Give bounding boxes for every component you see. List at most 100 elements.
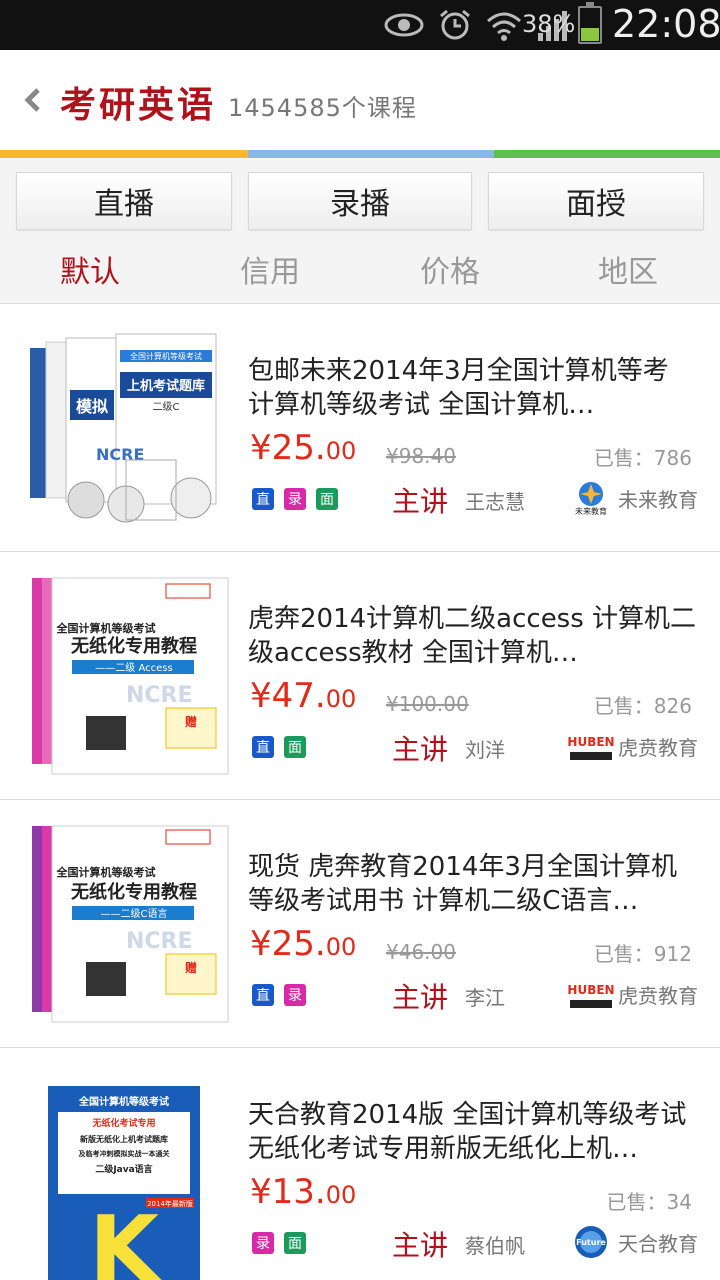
svg-text:——二级C语言: ——二级C语言 <box>101 907 168 920</box>
org-name: 未来教育 <box>618 487 698 512</box>
stripe-green <box>494 150 720 158</box>
svg-text:NCRE: NCRE <box>126 683 193 708</box>
item-price: ¥13.00 <box>250 1172 357 1212</box>
stripe-blue <box>248 150 494 158</box>
org[interactable]: 未来教育 未来教育 <box>568 480 698 516</box>
list-item[interactable]: 全国计算机等级考试 无纸化专用教程 ——二级 Access NCRE 赠 虎奔2… <box>0 552 720 800</box>
svg-text:NCRE: NCRE <box>126 929 193 954</box>
svg-text:赠: 赠 <box>185 714 197 729</box>
item-old-price: ¥46.00 <box>386 940 456 964</box>
item-price: ¥25.00 <box>250 924 357 964</box>
tag-live: 直 <box>252 736 274 758</box>
org[interactable]: HUBEN 虎贲教育 <box>568 728 698 764</box>
tab-in-person[interactable]: 面授 <box>488 172 704 230</box>
org-name: 天合教育 <box>618 1231 698 1256</box>
item-price: ¥25.00 <box>250 428 357 468</box>
tag-recorded: 录 <box>252 1232 274 1254</box>
item-old-price: ¥98.40 <box>386 444 456 468</box>
tab-recorded[interactable]: 录播 <box>248 172 472 230</box>
tab-live[interactable]: 直播 <box>16 172 232 230</box>
svg-text:NCRE: NCRE <box>96 445 144 464</box>
org[interactable]: HUBEN 虎贲教育 <box>568 976 698 1012</box>
sort-price[interactable]: 价格 <box>390 244 510 294</box>
item-title[interactable]: 虎奔2014计算机二级access 计算机二级access教材 全国计算机… <box>248 602 700 670</box>
tag-in-person: 面 <box>316 488 338 510</box>
lecturer-label: 主讲 <box>392 1229 449 1262</box>
svg-text:无纸化考试专用: 无纸化考试专用 <box>91 1117 155 1129</box>
item-price: ¥47.00 <box>250 676 357 716</box>
tag-live: 直 <box>252 984 274 1006</box>
page-title: 考研英语 <box>60 85 217 126</box>
lecturer-label: 主讲 <box>392 485 449 518</box>
list-item[interactable]: 全国计算机等级考试 上机考试题库 二级C 模拟 NCRE 包邮未来2014年3月… <box>0 304 720 552</box>
svg-text:全国计算机等级考试: 全国计算机等级考试 <box>56 621 156 635</box>
lecturer-label: 主讲 <box>392 733 449 766</box>
tag-in-person: 面 <box>284 1232 306 1254</box>
svg-text:全国计算机等级考试: 全国计算机等级考试 <box>56 865 156 879</box>
svg-text:K: K <box>89 1197 162 1280</box>
svg-text:及临考冲刺模拟实战一本通关: 及临考冲刺模拟实战一本通关 <box>79 1149 170 1158</box>
lecturer-label: 主讲 <box>392 981 449 1014</box>
svg-text:全国计算机等级考试: 全国计算机等级考试 <box>78 1095 169 1108</box>
item-tags: 直 面 <box>252 736 306 758</box>
book-cover: 全国计算机等级考试 上机考试题库 二级C 模拟 NCRE <box>16 320 232 536</box>
svg-text:二级Java语言: 二级Java语言 <box>95 1163 152 1175</box>
org-logo-icon: HUBEN <box>568 978 614 1008</box>
item-tags: 直 录 面 <box>252 488 338 510</box>
alarm-icon <box>440 9 470 40</box>
org-name: 虎贲教育 <box>618 983 698 1008</box>
svg-text:无纸化专用教程: 无纸化专用教程 <box>71 635 197 657</box>
svg-text:未来教育: 未来教育 <box>575 506 607 516</box>
tag-recorded: 录 <box>284 984 306 1006</box>
clock: 22:08 <box>612 2 720 46</box>
item-tags: 直 录 <box>252 984 306 1006</box>
lecturer-name: 王志慧 <box>465 490 525 514</box>
tag-recorded: 录 <box>284 488 306 510</box>
item-title[interactable]: 天合教育2014版 全国计算机等级考试 无纸化考试专用新版无纸化上机… <box>248 1098 700 1166</box>
svg-text:二级C: 二级C <box>153 401 180 413</box>
battery-percent: 38% <box>522 10 576 38</box>
svg-text:全国计算机等级考试: 全国计算机等级考试 <box>130 351 202 361</box>
svg-text:赠: 赠 <box>185 960 197 975</box>
item-title[interactable]: 现货 虎奔教育2014年3月全国计算机等级考试用书 计算机二级C语言… <box>248 850 700 918</box>
org-name: 虎贲教育 <box>618 735 698 760</box>
org-logo-icon: Future <box>575 1226 607 1258</box>
svg-text:无纸化专用教程: 无纸化专用教程 <box>71 881 197 903</box>
item-sold-count: 已售：786 <box>593 446 692 470</box>
lecturer-name: 刘洋 <box>465 738 505 762</box>
svg-text:上机考试题库: 上机考试题库 <box>127 378 205 394</box>
header: 考研英语 1454585个课程 <box>0 50 720 150</box>
lecturer-name: 蔡伯帆 <box>465 1234 525 1258</box>
item-tags: 录 面 <box>252 1232 306 1254</box>
battery-icon <box>578 2 602 44</box>
item-old-price: ¥100.00 <box>386 692 469 716</box>
filter-area: 直播 录播 面授 默认 信用 价格 地区 <box>0 158 720 304</box>
item-sold-count: 已售：34 <box>606 1190 692 1214</box>
svg-text:HUBEN: HUBEN <box>568 983 614 997</box>
back-arrow-icon[interactable] <box>18 80 48 120</box>
svg-text:Future: Future <box>576 1238 606 1247</box>
list-item[interactable]: 全国计算机等级考试 无纸化专用教程 ——二级C语言 NCRE 赠 现货 虎奔教育… <box>0 800 720 1048</box>
svg-text:——二级 Access: ——二级 Access <box>95 662 172 674</box>
sort-credit[interactable]: 信用 <box>210 244 330 294</box>
sort-region[interactable]: 地区 <box>568 244 688 294</box>
item-sold-count: 已售：826 <box>593 694 692 718</box>
item-title[interactable]: 包邮未来2014年3月全国计算机等考 计算机等级考试 全国计算机… <box>248 354 700 422</box>
book-cover: 全国计算机等级考试 无纸化专用教程 ——二级 Access NCRE 赠 <box>16 568 232 784</box>
org-logo-icon: HUBEN <box>568 730 614 760</box>
org-logo-icon: 未来教育 <box>575 482 607 516</box>
tag-live: 直 <box>252 488 274 510</box>
lecturer-name: 李江 <box>465 986 505 1010</box>
tag-in-person: 面 <box>284 736 306 758</box>
eye-icon <box>384 13 424 37</box>
svg-text:模拟: 模拟 <box>76 397 108 416</box>
sort-default[interactable]: 默认 <box>30 244 150 294</box>
item-sold-count: 已售：912 <box>593 942 692 966</box>
wifi-icon <box>487 12 521 41</box>
stripe-yellow <box>0 150 248 158</box>
course-count: 1454585个课程 <box>228 94 417 122</box>
svg-text:HUBEN: HUBEN <box>568 735 614 749</box>
list-item[interactable]: 全国计算机等级考试 无纸化考试专用 新版无纸化上机考试题库 及临考冲刺模拟实战一… <box>0 1048 720 1280</box>
book-cover: 全国计算机等级考试 无纸化专用教程 ——二级C语言 NCRE 赠 <box>16 816 232 1032</box>
org[interactable]: Future 天合教育 <box>568 1224 698 1260</box>
